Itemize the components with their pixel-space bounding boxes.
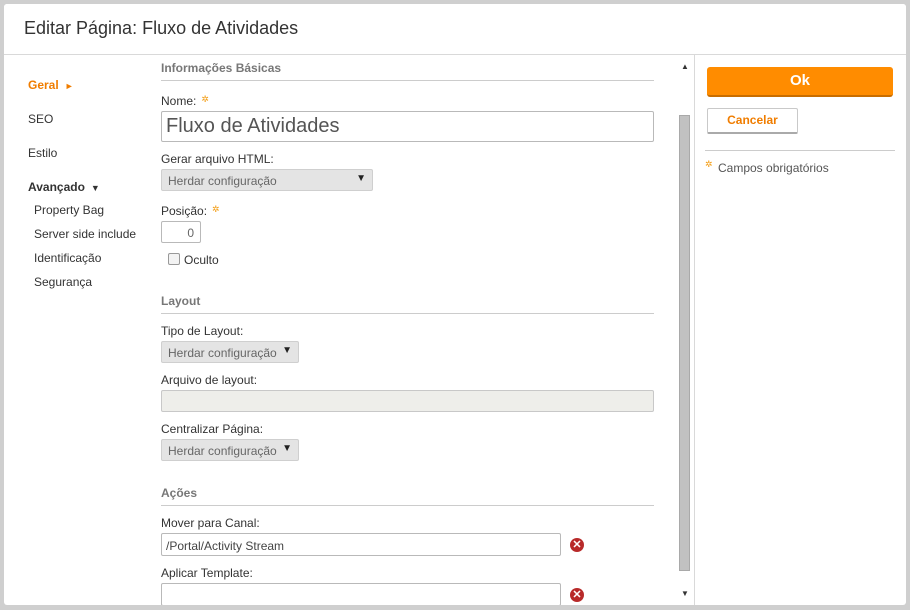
position-label-text: Posição: [161, 204, 208, 218]
layout-type-value: Herdar configuração [168, 346, 277, 360]
move-channel-input[interactable]: /Portal/Activity Stream [161, 533, 561, 556]
dialog-titlebar: Editar Página: Fluxo de Atividades [4, 4, 906, 55]
section-title-actions: Ações [161, 486, 198, 500]
layout-type-label: Tipo de Layout: [161, 324, 244, 338]
center-page-label: Centralizar Página: [161, 422, 264, 436]
nav-item-avancado[interactable]: Avançado ▼ [28, 180, 100, 194]
section-divider [161, 80, 654, 81]
nav-item-label: Property Bag [34, 203, 105, 217]
layout-file-label: Arquivo de layout: [161, 373, 258, 387]
hidden-checkbox[interactable] [168, 253, 180, 265]
hidden-checkbox-label: Oculto [184, 253, 219, 267]
name-label-text: Nome: [161, 94, 197, 108]
nav-item-label: Identificação [34, 251, 102, 265]
scrollbar-thumb[interactable] [679, 115, 690, 571]
nav-item-estilo[interactable]: Estilo [28, 146, 57, 160]
chevron-down-icon: ▼ [282, 345, 292, 356]
center-page-select[interactable]: Herdar configuração ▼ [161, 439, 299, 461]
layout-file-input[interactable] [161, 390, 654, 412]
html-select[interactable]: Herdar configuração ▼ [161, 169, 373, 191]
nav-item-seo[interactable]: SEO [28, 112, 53, 126]
required-fields-note: Campos obrigatórios [718, 161, 829, 175]
nav-item-label: Server side include [34, 227, 137, 241]
section-title-basic: Informações Básicas [161, 61, 282, 75]
cancel-button[interactable]: Cancelar [707, 108, 798, 134]
section-divider [161, 313, 654, 314]
remove-icon[interactable]: ✕ [570, 538, 584, 552]
side-divider [705, 150, 895, 151]
center-page-value: Herdar configuração [168, 444, 277, 458]
name-input[interactable]: Fluxo de Atividades [161, 111, 654, 142]
chevron-down-icon: ▼ [356, 173, 366, 184]
position-label: Posição: ✲ [161, 204, 220, 218]
layout-type-select[interactable]: Herdar configuração ▼ [161, 341, 299, 363]
section-divider [161, 505, 654, 506]
chevron-down-icon: ▼ [282, 443, 292, 454]
nav-item-label: Geral [28, 78, 59, 92]
nav-item-seguranca[interactable]: Segurança [34, 275, 92, 289]
form-content: Informações Básicas Nome: ✲ Fluxo de Ativ… [155, 59, 677, 605]
required-icon: ✲ [201, 94, 209, 104]
position-input[interactable]: 0 [161, 221, 201, 243]
remove-icon[interactable]: ✕ [570, 588, 584, 602]
scroll-up-icon[interactable]: ▲ [679, 62, 691, 71]
nav-item-label: Avançado [28, 180, 85, 194]
arrow-right-icon: ► [64, 81, 74, 91]
required-icon: ✲ [705, 159, 713, 169]
nav-item-label: SEO [28, 112, 54, 126]
move-channel-label: Mover para Canal: [161, 516, 260, 530]
nav-item-geral[interactable]: Geral ► [28, 78, 74, 92]
chevron-down-icon: ▼ [90, 183, 100, 193]
settings-nav: Geral ► SEO Estilo Avançado ▼ Property Bag… [8, 59, 155, 605]
apply-template-label: Aplicar Template: [161, 566, 253, 580]
nav-item-identificacao[interactable]: Identificação [34, 251, 101, 265]
scroll-down-icon[interactable]: ▼ [679, 589, 691, 598]
name-label: Nome: ✲ [161, 94, 209, 108]
html-label: Gerar arquivo HTML: [161, 152, 274, 166]
dialog-title: Editar Página: Fluxo de Atividades [24, 18, 299, 38]
nav-item-label: Estilo [28, 146, 58, 160]
apply-template-input[interactable] [161, 583, 561, 605]
edit-page-dialog: Editar Página: Fluxo de Atividades Geral… [4, 4, 906, 605]
nav-item-label: Segurança [34, 275, 93, 289]
section-title-layout: Layout [161, 294, 201, 308]
html-select-value: Herdar configuração [168, 174, 277, 188]
required-icon: ✲ [212, 204, 220, 214]
nav-item-property-bag[interactable]: Property Bag [34, 203, 104, 217]
action-panel: Ok Cancelar ✲ Campos obrigatórios [695, 59, 906, 605]
nav-item-server-side-include[interactable]: Server side include [34, 227, 136, 241]
ok-button[interactable]: Ok [707, 67, 893, 97]
